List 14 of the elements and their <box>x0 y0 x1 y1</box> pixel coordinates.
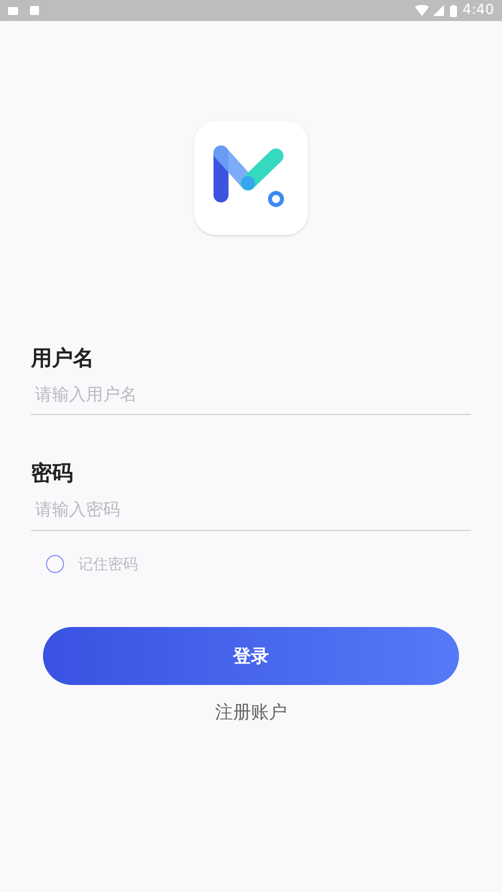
signal-icon <box>432 5 444 16</box>
field-label: 用户名 <box>31 345 95 372</box>
battery-icon <box>450 4 457 16</box>
register-link[interactable]: 注册账户 <box>215 699 287 726</box>
notification-icon <box>30 6 39 15</box>
remember-radio[interactable] <box>46 554 64 573</box>
input-field[interactable]: 请输入密码 <box>31 490 471 530</box>
login-button[interactable]: 登录 <box>43 627 459 685</box>
wifi-icon <box>414 5 429 16</box>
input-field[interactable]: 请输入用户名 <box>31 375 471 416</box>
notification-icon <box>8 6 18 14</box>
field-label: 密码 <box>31 460 74 486</box>
clock: 4:40 <box>462 1 494 20</box>
remember-label: 记住密码 <box>78 554 138 574</box>
